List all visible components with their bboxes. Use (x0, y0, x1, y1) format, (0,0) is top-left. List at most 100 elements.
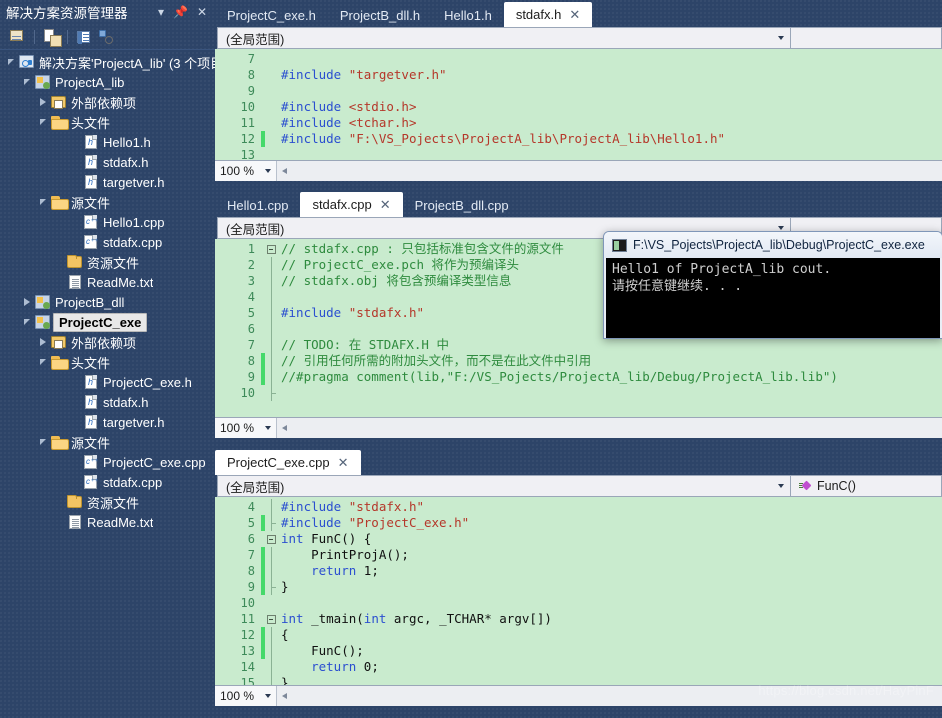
horizontal-scrollbar-top[interactable] (277, 160, 942, 181)
tree-expander-icon[interactable] (20, 319, 34, 325)
editor-tab[interactable]: Hello1.cpp (215, 193, 300, 217)
tree-expander-icon[interactable] (36, 359, 50, 365)
tree-expander-icon[interactable] (20, 298, 34, 306)
fold-toggle-icon[interactable] (265, 244, 277, 254)
scroll-left-icon[interactable] (282, 167, 287, 174)
tree-expander-icon[interactable] (36, 199, 50, 205)
editor-tab[interactable]: Hello1.h (432, 3, 504, 27)
code-line[interactable]: 9} (215, 579, 942, 595)
scroll-left-icon[interactable] (282, 424, 287, 431)
scroll-left-icon[interactable] (282, 692, 287, 699)
tree-expander-icon[interactable] (36, 119, 50, 125)
code-line[interactable]: 5 #include "ProjectC_exe.h" (215, 515, 942, 531)
horizontal-scrollbar-bottom[interactable] (277, 685, 942, 706)
editor-tab[interactable]: ProjectB_dll.h (328, 3, 432, 27)
horizontal-scrollbar-middle[interactable] (277, 417, 942, 438)
editor-tab[interactable]: ProjectC_exe.h (215, 3, 328, 27)
tree-expander-icon[interactable] (36, 439, 50, 445)
editor-tab[interactable]: stdafx.cpp ✕ (300, 192, 403, 217)
tree-expander-icon[interactable] (36, 338, 50, 346)
close-icon[interactable]: ✕ (197, 6, 207, 18)
tree-expander-icon[interactable] (4, 59, 18, 65)
tree-item[interactable]: 资源文件 (0, 252, 215, 272)
tree-item[interactable]: ProjectA_lib (0, 72, 215, 92)
chevron-down-icon[interactable]: ▾ (158, 6, 164, 18)
tabstrip-top[interactable]: ProjectC_exe.h ProjectB_dll.h Hello1.h stda… (215, 0, 942, 27)
properties-icon[interactable] (74, 28, 94, 46)
code-line[interactable]: 7 PrintProjA(); (215, 547, 942, 563)
tree-item[interactable]: ProjectC_exe.cpp (0, 452, 215, 472)
tree-item[interactable]: 外部依赖项 (0, 92, 215, 112)
code-area-top[interactable]: 7 8 #include "targetver.h" 9 10 #include <std… (215, 49, 942, 160)
code-line[interactable]: 8 #include "targetver.h" (215, 67, 942, 83)
close-icon[interactable]: ✕ (569, 7, 580, 23)
tree-item[interactable]: 源文件 (0, 192, 215, 212)
code-line[interactable]: 10 (215, 595, 942, 611)
zoom-control-middle[interactable]: 100 % (215, 417, 277, 438)
member-dropdown-top[interactable] (791, 28, 941, 48)
zoom-control-bottom[interactable]: 100 % (215, 685, 277, 706)
code-line[interactable]: 9//#pragma comment(lib,"F:/VS_Pojects/Pr… (215, 369, 942, 385)
home-icon[interactable] (8, 28, 28, 46)
editor-tab[interactable]: stdafx.h ✕ (503, 2, 593, 27)
tree-item[interactable]: 外部依赖项 (0, 332, 215, 352)
zoom-control-top[interactable]: 100 % (215, 160, 277, 181)
class-view-icon[interactable] (96, 28, 116, 46)
code-line[interactable]: 12 #include "F:\VS_Pojects\ProjectA_lib\P… (215, 131, 942, 147)
close-icon[interactable]: ✕ (338, 455, 349, 471)
tree-expander-icon[interactable] (20, 79, 34, 85)
code-line[interactable]: 11 int _tmain(int argc, _TCHAR* argv[]) (215, 611, 942, 627)
code-line[interactable]: 4 #include "stdafx.h" (215, 499, 942, 515)
tree-item[interactable]: Hello1.cpp (0, 212, 215, 232)
code-line[interactable]: 13 FunC(); (215, 643, 942, 659)
code-line[interactable]: 12{ (215, 627, 942, 643)
tree-expander-icon[interactable] (36, 98, 50, 106)
show-all-files-icon[interactable] (41, 28, 62, 47)
tree-item[interactable]: targetver.h (0, 412, 215, 432)
code-line[interactable]: 10 (215, 385, 942, 401)
tree-item[interactable]: 解决方案'ProjectA_lib' (3 个项目 (0, 52, 215, 72)
console-window[interactable]: F:\VS_Pojects\ProjectA_lib\Debug\Project… (603, 231, 942, 339)
scope-dropdown-bottom[interactable]: (全局范围) (218, 476, 790, 496)
tree-item[interactable]: stdafx.h (0, 392, 215, 412)
scope-dropdown-top[interactable]: (全局范围) (218, 28, 790, 48)
code-line[interactable]: 14 return 0; (215, 659, 942, 675)
code-line[interactable]: 7// TODO: 在 STDAFX.H 中 (215, 337, 942, 353)
tree-item[interactable]: stdafx.h (0, 152, 215, 172)
code-line[interactable]: 11 #include <tchar.h> (215, 115, 942, 131)
tree-item[interactable]: ReadMe.txt (0, 512, 215, 532)
fold-toggle-icon[interactable] (265, 534, 277, 544)
code-area-bottom[interactable]: 4 #include "stdafx.h" 5 #include "ProjectC_… (215, 497, 942, 685)
code-lines[interactable]: 4 #include "stdafx.h" 5 #include "ProjectC_… (215, 497, 942, 685)
code-line[interactable]: 13 (215, 147, 942, 160)
code-line[interactable]: 9 (215, 83, 942, 99)
fold-toggle-icon[interactable] (265, 614, 277, 624)
code-line[interactable]: 8 return 1; (215, 563, 942, 579)
tree-item[interactable]: 头文件 (0, 112, 215, 132)
tabstrip-bottom[interactable]: ProjectC_exe.cpp ✕ (215, 448, 942, 475)
tree-item[interactable]: ProjectB_dll (0, 292, 215, 312)
tree-item[interactable]: stdafx.cpp (0, 472, 215, 492)
editor-tab[interactable]: ProjectC_exe.cpp ✕ (215, 450, 361, 475)
tree-item[interactable]: ProjectC_exe (0, 312, 215, 332)
tree-item[interactable]: stdafx.cpp (0, 232, 215, 252)
tabstrip-middle[interactable]: Hello1.cpp stdafx.cpp ✕ ProjectB_dll.cpp (215, 190, 942, 217)
tree-item[interactable]: 头文件 (0, 352, 215, 372)
code-line[interactable]: 6 int FunC() { (215, 531, 942, 547)
tree-item[interactable]: ProjectC_exe.h (0, 372, 215, 392)
close-icon[interactable]: ✕ (380, 197, 391, 213)
tree-item[interactable]: ReadMe.txt (0, 272, 215, 292)
code-line[interactable]: 15} (215, 675, 942, 685)
tree-item[interactable]: 资源文件 (0, 492, 215, 512)
code-line[interactable]: 8// 引用任何所需的附加头文件，而不是在此文件中引用 (215, 353, 942, 369)
member-dropdown-bottom[interactable]: FunC() (791, 476, 941, 496)
code-line[interactable]: 10 #include <stdio.h> (215, 99, 942, 115)
tree-item[interactable]: targetver.h (0, 172, 215, 192)
tree-item[interactable]: 源文件 (0, 432, 215, 452)
solution-tree[interactable]: 解决方案'ProjectA_lib' (3 个项目 ProjectA_lib 外部依… (0, 50, 215, 718)
pin-icon[interactable]: 📌 (173, 6, 188, 18)
code-lines[interactable]: 7 8 #include "targetver.h" 9 10 #include <std… (215, 49, 942, 160)
tree-item[interactable]: Hello1.h (0, 132, 215, 152)
code-line[interactable]: 7 (215, 51, 942, 67)
editor-tab[interactable]: ProjectB_dll.cpp (403, 193, 521, 217)
